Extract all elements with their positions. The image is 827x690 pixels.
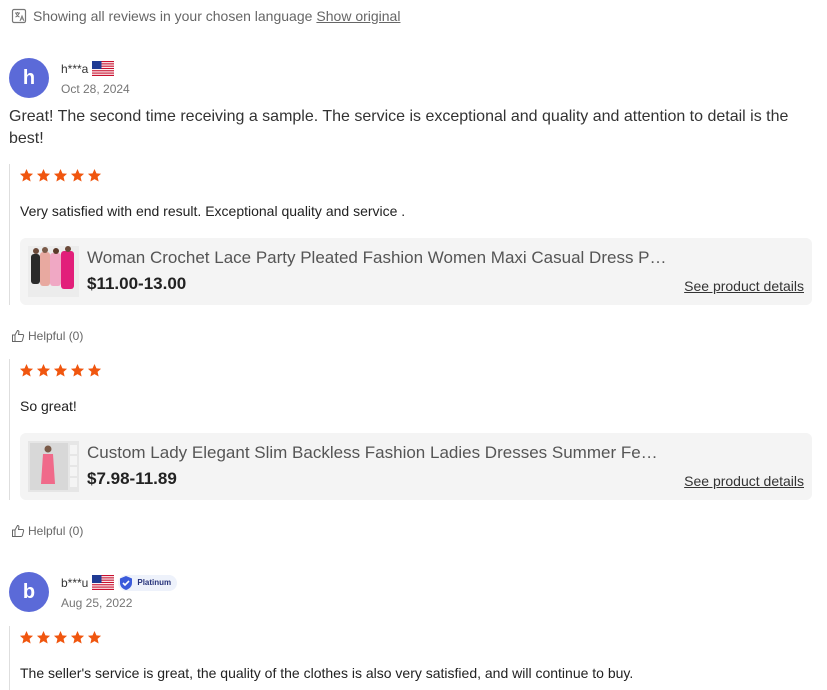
rated-item: So great! Custom Lady Elegant Slim Backl… [9, 359, 812, 500]
review-date: Oct 28, 2024 [61, 81, 130, 96]
star-icon [36, 363, 51, 377]
see-product-details-link[interactable]: See product details [684, 473, 804, 489]
avatar: h [9, 58, 49, 98]
star-icon [70, 630, 85, 644]
platinum-badge: Platinum [118, 574, 178, 591]
review-comment: Great! The second time receiving a sampl… [9, 108, 789, 147]
verified-shield-icon [120, 575, 133, 590]
star-icon [19, 168, 34, 182]
reviewer-info: b b***u Platinum Aug 25, 2022 [9, 572, 178, 612]
star-icon [19, 630, 34, 644]
helpful-button[interactable]: Helpful (0) [11, 329, 83, 343]
helpful-label: Helpful (0) [28, 524, 84, 538]
translate-icon [11, 8, 27, 24]
reviewer-name: b***u [61, 575, 89, 590]
product-thumbnail[interactable] [28, 246, 79, 297]
star-icon [70, 363, 85, 377]
rated-item: The seller's service is great, the quali… [9, 626, 812, 690]
review-date: Aug 25, 2022 [61, 595, 133, 610]
product-card[interactable]: Custom Lady Elegant Slim Backless Fashio… [20, 433, 812, 500]
product-price: $11.00-13.00 [87, 274, 187, 293]
reviewer-name: h***a [61, 61, 89, 76]
product-card[interactable]: Woman Crochet Lace Party Pleated Fashion… [20, 238, 812, 305]
item-comment: The seller's service is great, the quali… [20, 665, 634, 681]
avatar: b [9, 572, 49, 612]
show-original-link[interactable]: Show original [316, 8, 400, 24]
star-rating [19, 630, 102, 645]
star-icon [36, 630, 51, 644]
see-product-details-link[interactable]: See product details [684, 278, 804, 294]
star-icon [19, 363, 34, 377]
item-comment: So great! [20, 398, 77, 414]
language-notice-text: Showing all reviews in your chosen langu… [33, 8, 313, 24]
star-icon [87, 630, 102, 644]
star-icon [53, 168, 68, 182]
us-flag-icon [92, 575, 115, 590]
product-title[interactable]: Custom Lady Elegant Slim Backless Fashio… [87, 443, 667, 463]
rated-item: Very satisfied with end result. Exceptio… [9, 164, 812, 305]
thumbs-up-icon [11, 524, 25, 538]
helpful-button[interactable]: Helpful (0) [11, 524, 83, 538]
star-rating [19, 168, 102, 183]
helpful-label: Helpful (0) [28, 329, 84, 343]
item-comment: Very satisfied with end result. Exceptio… [20, 203, 406, 219]
product-price: $7.98-11.89 [87, 469, 177, 488]
star-icon [87, 168, 102, 182]
star-icon [70, 168, 85, 182]
badge-label: Platinum [137, 578, 172, 587]
star-icon [87, 363, 102, 377]
product-thumbnail[interactable] [28, 441, 79, 492]
language-notice: Showing all reviews in your chosen langu… [11, 6, 400, 26]
reviewer-info: h h***a Oct 28, 2024 [9, 58, 130, 98]
product-title[interactable]: Woman Crochet Lace Party Pleated Fashion… [87, 248, 667, 268]
star-rating [19, 363, 102, 378]
thumbs-up-icon [11, 329, 25, 343]
star-icon [53, 363, 68, 377]
star-icon [36, 168, 51, 182]
us-flag-icon [92, 61, 115, 76]
star-icon [53, 630, 68, 644]
